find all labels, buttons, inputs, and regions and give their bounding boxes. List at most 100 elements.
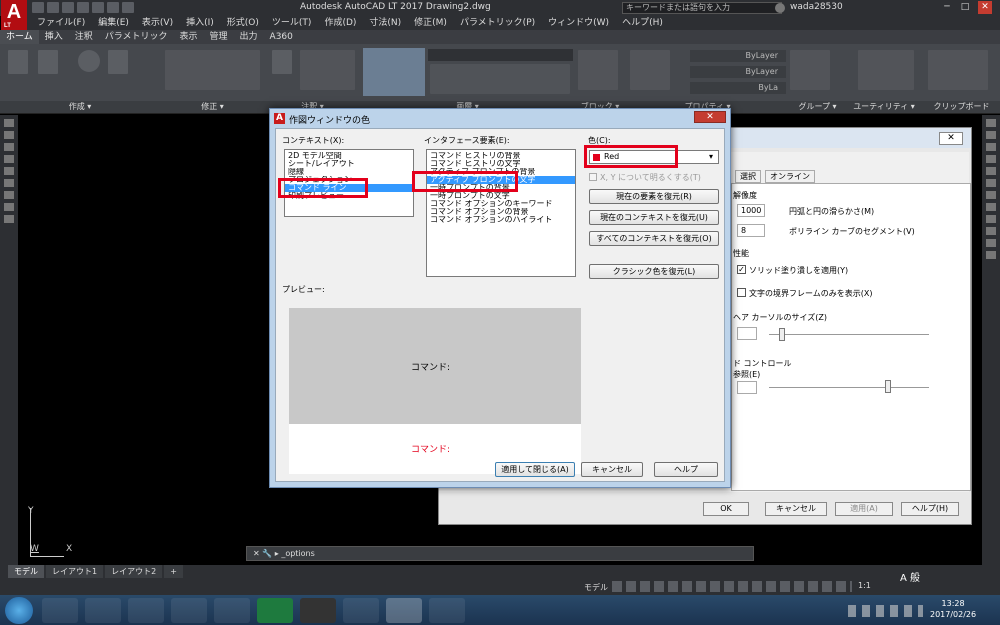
text-frame-checkbox[interactable] [737,288,746,297]
panel-modify[interactable]: 修正 ▾ [160,101,265,113]
tool-icon[interactable] [986,203,996,211]
solid-fill-checkbox[interactable]: ✓ [737,265,746,274]
menu-help[interactable]: ヘルプ(H) [622,16,663,30]
list-item[interactable]: コマンド ヒストリの文字 [427,160,575,168]
menu-view[interactable]: 表示(V) [142,16,173,30]
user-name[interactable]: wada28530 [790,2,843,12]
tab-home[interactable]: ホーム [0,30,39,44]
internet-explorer-icon[interactable] [85,598,121,623]
panel-groups[interactable]: グループ ▾ [790,101,845,113]
polyline-segments-field[interactable]: 8 [737,224,765,237]
interface-element-listbox[interactable]: コマンド ヒストリの背景 コマンド ヒストリの文字 アクティブ プロンプトの背景… [426,149,576,277]
tool-icon[interactable] [4,215,14,223]
tool-icon[interactable] [986,131,996,139]
dialog-close-button[interactable]: ✕ [694,111,726,123]
app-icon[interactable] [343,598,379,623]
menu-parametric[interactable]: パラメトリック(P) [460,16,535,30]
application-menu-button[interactable]: A LT [1,0,27,30]
modify-tools-icon[interactable] [165,50,260,90]
tool-icon[interactable] [4,119,14,127]
help-button[interactable]: ヘルプ [654,462,718,477]
options-close-button[interactable]: ✕ [939,132,963,145]
close-button[interactable]: ✕ [978,1,992,14]
crosshair-slider-thumb[interactable] [779,328,785,341]
list-item[interactable]: コマンド ヒストリの背景 [427,152,575,160]
annotation-scale[interactable]: 1:1 [858,581,871,590]
print-icon[interactable] [92,2,104,13]
tab-annotate[interactable]: 注釈 [69,30,99,44]
wrench-icon[interactable]: 🔧 [262,549,272,558]
insert-block-icon[interactable] [578,50,618,90]
save-as-icon[interactable] [77,2,89,13]
options-ok-button[interactable]: OK [703,502,749,516]
tab-layout2[interactable]: レイアウト2 [105,565,163,578]
excel-icon[interactable] [257,598,293,623]
circle-tool-icon[interactable] [78,50,100,72]
file-explorer-icon[interactable] [128,598,164,623]
arc-smoothness-field[interactable]: 1000 [737,204,765,217]
ime-indicator[interactable]: A 般 [900,569,920,584]
new-icon[interactable] [32,2,44,13]
list-item[interactable]: コマンド オプションのキーワード [427,200,575,208]
tool-icon[interactable] [986,179,996,187]
tab-view[interactable]: 表示 [174,30,204,44]
fade-slider-thumb[interactable] [885,380,891,393]
arc-tool-icon[interactable] [108,50,128,74]
tab-parametric[interactable]: パラメトリック [99,30,174,44]
tab-online[interactable]: オンライン [765,170,815,183]
tab-a360[interactable]: A360 [264,30,299,44]
list-item[interactable]: 一時プロンプトの文字 [427,192,575,200]
tool-icon[interactable] [986,155,996,163]
layer-dropdown[interactable] [428,49,573,61]
menu-format[interactable]: 形式(O) [227,16,259,30]
maximize-button[interactable]: □ [958,1,972,14]
tool-icon[interactable] [4,167,14,175]
undo-icon[interactable] [107,2,119,13]
dimension-tools-icon[interactable] [300,50,355,90]
layer-tools-icon[interactable] [430,64,570,94]
menu-edit[interactable]: 編集(E) [98,16,129,30]
tab-model[interactable]: モデル [8,565,44,578]
minimize-button[interactable]: ─ [940,1,954,14]
search-input[interactable]: キーワードまたは語句を入力 [622,2,782,14]
clock[interactable]: 13:28 2017/02/26 [930,598,976,620]
start-button[interactable] [5,597,33,624]
layer-properties-button[interactable] [363,48,425,96]
redo-icon[interactable] [122,2,134,13]
restore-all-contexts-button[interactable]: すべてのコンテキストを復元(O) [589,231,719,246]
tab-selection[interactable]: 選択 [735,170,761,183]
line-tool-icon[interactable] [8,50,28,74]
save-icon[interactable] [62,2,74,13]
list-item[interactable]: 2D モデル空間 [285,152,413,160]
tool-icon[interactable] [4,179,14,187]
paste-icon[interactable] [928,50,988,90]
command-input[interactable]: _options [281,549,314,558]
tab-output[interactable]: 出力 [234,30,264,44]
tool-icon[interactable] [986,191,996,199]
cancel-button[interactable]: キャンセル [581,462,643,477]
color-dropdown[interactable]: ByLayer [690,50,786,62]
status-toggle-icons[interactable] [612,581,852,592]
group-icon[interactable] [790,50,830,90]
tool-icon[interactable] [986,143,996,151]
tab-add[interactable]: + [164,565,183,578]
tool-icon[interactable] [986,215,996,223]
match-properties-icon[interactable] [630,50,670,90]
menu-draw[interactable]: 作成(D) [324,16,356,30]
panel-clipboard[interactable]: クリップボード [923,101,1000,113]
tab-manage[interactable]: 管理 [204,30,234,44]
lineweight-dropdown[interactable]: ByLa [690,82,786,94]
list-item[interactable]: 隠線 [285,168,413,176]
close-icon[interactable]: ✕ [253,549,260,558]
options-cancel-button[interactable]: キャンセル [765,502,827,516]
options-help-button[interactable]: ヘルプ(H) [901,502,959,516]
menu-tools[interactable]: ツール(T) [272,16,312,30]
menu-modify[interactable]: 修正(M) [414,16,447,30]
status-model-space[interactable]: モデル [584,582,608,593]
text-tool-icon[interactable] [272,50,292,74]
tool-icon[interactable] [986,227,996,235]
menu-insert[interactable]: 挿入(I) [186,16,214,30]
restore-element-button[interactable]: 現在の要素を復元(R) [589,189,719,204]
tool-icon[interactable] [4,191,14,199]
command-line[interactable]: ✕ 🔧 ▸ _options [246,546,754,561]
